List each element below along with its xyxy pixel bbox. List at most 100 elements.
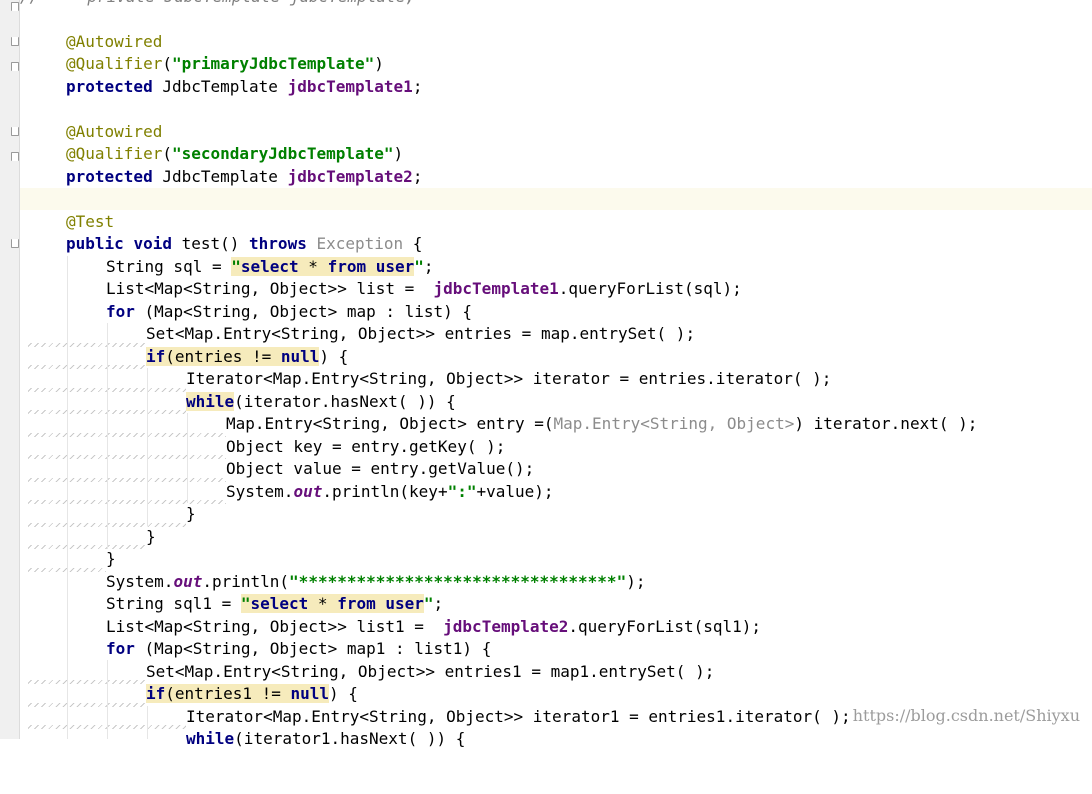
code-text: Set<Map.Entry<String, Object>> entries =…: [146, 324, 696, 343]
comment-text: // private JdbcTemplate jdbcTemplate;: [20, 0, 415, 8]
code-text: for (Map<String, Object> map1 : list1) {: [106, 638, 491, 660]
code-text: @Qualifier("secondaryJdbcTemplate"): [66, 144, 404, 163]
string-literal: "secondaryJdbcTemplate": [171, 144, 394, 163]
code-line: String sql = "select * from user";: [20, 256, 1092, 278]
code-token: ;: [412, 77, 423, 96]
code-token: .queryForList(sql1);: [568, 617, 762, 636]
code-line: System.out.println(key+":"+value);: [20, 481, 1092, 503]
code-token: System.: [106, 572, 174, 591]
code-line: while(iterator1.hasNext( )) {: [20, 728, 1092, 750]
code-line: }: [20, 503, 1092, 525]
type-name: JdbcTemplate: [162, 167, 288, 186]
code-line: public void test() throws Exception {: [20, 233, 1092, 255]
code-line: Iterator<Map.Entry<String, Object>> iter…: [20, 368, 1092, 390]
closing-brace: }: [106, 549, 116, 568]
code-text: List<Map<String, Object>> list1 = jdbcTe…: [106, 616, 761, 638]
code-text: Set<Map.Entry<String, Object>> entries1 …: [146, 662, 715, 681]
code-token: *: [308, 594, 338, 613]
code-line: System.out.println("********************…: [20, 571, 1092, 593]
code-line: @Autowired: [20, 121, 1092, 143]
annotation: @Autowired: [66, 32, 163, 51]
code-token: ): [319, 347, 330, 366]
field-name: jdbcTemplate1: [287, 77, 413, 96]
code-line: @Qualifier("secondaryJdbcTemplate"): [20, 143, 1092, 165]
method-signature: test(): [171, 234, 250, 253]
exception-type: Exception: [316, 234, 404, 253]
code-text: @Qualifier("primaryJdbcTemplate"): [66, 54, 384, 73]
code-line: for (Map<String, Object> map1 : list1) {: [20, 638, 1092, 660]
code-text: Object value = entry.getValue();: [226, 459, 535, 478]
code-line: // private JdbcTemplate jdbcTemplate;: [20, 0, 1092, 8]
code-line: @Test: [20, 211, 1092, 233]
code-text: public void test() throws Exception {: [66, 233, 422, 255]
keyword: public: [66, 234, 124, 253]
annotation: @Test: [66, 212, 115, 231]
code-token: (iterator.hasNext( )) {: [234, 392, 456, 411]
keyword: protected: [66, 167, 153, 186]
code-line: @Autowired: [20, 31, 1092, 53]
code-line: List<Map<String, Object>> list = jdbcTem…: [20, 278, 1092, 300]
code-line: Map.Entry<String, Object> entry =(Map.En…: [20, 413, 1092, 435]
code-text: Map.Entry<String, Object> entry =(Map.En…: [226, 413, 977, 435]
fold-marker-icon[interactable]: [11, 239, 19, 248]
fold-marker-icon[interactable]: [11, 2, 19, 11]
code-token: *: [298, 257, 328, 276]
keyword: void: [133, 234, 172, 253]
code-text: while(iterator1.hasNext( )) {: [186, 728, 465, 750]
field-name: jdbcTemplate1: [433, 279, 559, 298]
code-token: (Map<String, Object> map1 : list1) {: [134, 639, 492, 658]
code-token: ): [329, 684, 339, 703]
code-token: ): [374, 54, 384, 73]
fold-marker-icon[interactable]: [11, 62, 19, 71]
code-line: }: [20, 548, 1092, 570]
code-text: Object key = entry.getKey( );: [226, 437, 506, 456]
keyword: if: [146, 684, 166, 703]
string-literal: ": [240, 594, 251, 613]
field-name: jdbcTemplate2: [287, 167, 413, 186]
string-literal: ": [414, 257, 424, 276]
code-token: (entries !=: [165, 347, 281, 366]
code-line: Set<Map.Entry<String, Object>> entries1 …: [20, 661, 1092, 683]
fold-marker-icon[interactable]: [11, 152, 19, 161]
code-token: ;: [412, 167, 423, 186]
code-editor[interactable]: // private JdbcTemplate jdbcTemplate; @A…: [20, 0, 1092, 748]
code-token: List<Map<String, Object>> list1 =: [106, 617, 444, 636]
code-text: protected JdbcTemplate jdbcTemplate1;: [66, 76, 422, 98]
string-literal: ": [231, 257, 241, 276]
editor-gutter: [0, 0, 20, 739]
code-token: String sql =: [106, 257, 232, 276]
sql-identifier: user: [366, 257, 415, 276]
code-line: Set<Map.Entry<String, Object>> entries =…: [20, 323, 1092, 345]
sql-keyword: from: [327, 257, 367, 276]
keyword: null: [280, 347, 320, 366]
code-token: {: [338, 684, 358, 703]
code-line: String sql1 = "select * from user";: [20, 593, 1092, 615]
code-text: if(entries != null) {: [146, 346, 348, 368]
code-token: {: [329, 347, 349, 366]
keyword: throws: [249, 234, 307, 253]
string-literal: "*********************************": [289, 572, 627, 591]
code-token: ) iterator.next( );: [794, 414, 978, 433]
code-token: );: [626, 572, 646, 591]
annotation: @Autowired: [66, 122, 163, 141]
code-text: Iterator<Map.Entry<String, Object>> iter…: [186, 369, 832, 388]
code-text: System.out.println(key+":"+value);: [226, 481, 554, 503]
code-token: {: [403, 234, 423, 253]
code-line: protected JdbcTemplate jdbcTemplate2;: [20, 166, 1092, 188]
code-token: ;: [433, 594, 444, 613]
fold-marker-icon[interactable]: [11, 127, 19, 136]
type-name: JdbcTemplate: [162, 77, 288, 96]
code-text: String sql = "select * from user";: [106, 256, 434, 278]
code-token: (Map<String, Object> map : list) {: [134, 302, 473, 321]
sql-keyword: from: [337, 594, 376, 613]
redundant-cast: Map.Entry<String, Object>: [553, 414, 795, 433]
code-line: Object key = entry.getKey( );: [20, 436, 1092, 458]
field-name: jdbcTemplate2: [443, 617, 569, 636]
sql-keyword: select: [240, 257, 299, 276]
keyword: if: [146, 347, 166, 366]
watermark: https://blog.csdn.net/Shiyxu: [852, 706, 1080, 725]
fold-marker-icon[interactable]: [11, 37, 19, 46]
code-line: protected JdbcTemplate jdbcTemplate1;: [20, 76, 1092, 98]
code-line: while(iterator.hasNext( )) {: [20, 391, 1092, 413]
string-literal: ":": [447, 482, 477, 501]
